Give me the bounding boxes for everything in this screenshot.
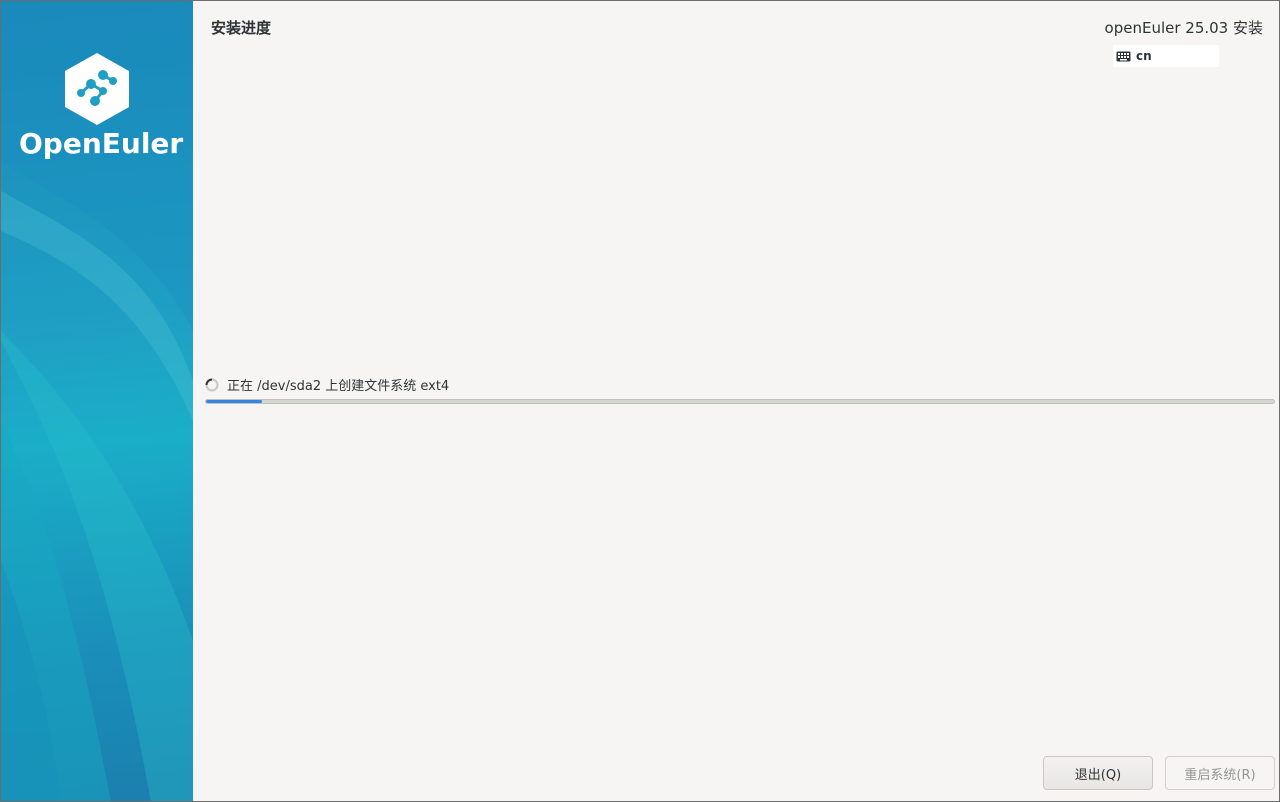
reboot-button[interactable]: 重启系统(R) xyxy=(1165,756,1275,790)
progress-status: 正在 /dev/sda2 上创建文件系统 ext4 xyxy=(205,375,449,394)
installer-window: OpenEuler 安装进度 openEuler 25.03 安装 cn 正在 … xyxy=(0,0,1280,802)
keyboard-layout-label: cn xyxy=(1136,49,1152,63)
spinner-icon xyxy=(205,378,219,391)
keyboard-icon xyxy=(1116,51,1131,61)
progress-status-text: 正在 /dev/sda2 上创建文件系统 ext4 xyxy=(227,379,450,394)
product-title: openEuler 25.03 安装 xyxy=(1104,19,1263,37)
quit-button[interactable]: 退出(Q) xyxy=(1043,756,1153,790)
logo-text: OpenEuler xyxy=(19,127,184,160)
install-progress-bar xyxy=(205,399,1275,404)
keyboard-layout-indicator[interactable]: cn xyxy=(1113,45,1219,67)
main-panel: 安装进度 openEuler 25.03 安装 cn 正在 /dev/sda2 … xyxy=(193,1,1279,801)
install-progress-fill xyxy=(206,400,262,403)
sidebar: OpenEuler xyxy=(1,1,193,801)
page-title: 安装进度 xyxy=(211,19,272,37)
openeuler-logo-icon xyxy=(65,53,129,125)
